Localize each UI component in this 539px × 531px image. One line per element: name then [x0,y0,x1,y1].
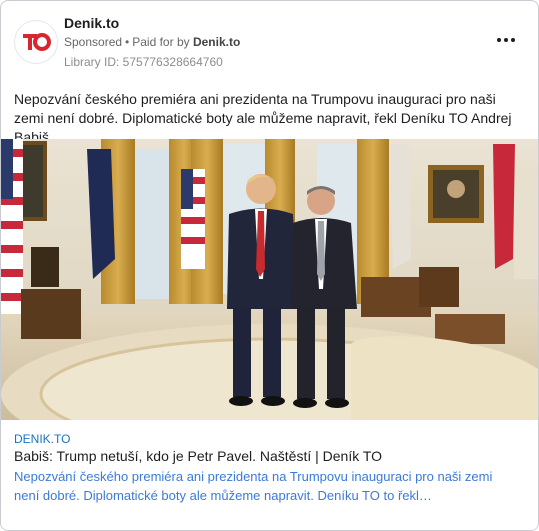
page-avatar[interactable] [14,20,58,64]
link-title[interactable]: Babiš: Trump netuší, kdo je Petr Pavel. … [14,448,382,464]
oval-office-photo [1,139,538,420]
ad-header: Denik.to Sponsored • Paid for by Denik.to … [1,1,538,81]
paid-for-prefix: Paid for by [132,35,190,49]
link-preview[interactable]: DENIK.TO Babiš: Trump netuší, kdo je Pet… [1,420,538,530]
link-description[interactable]: Nepozvání českého premiéra ani prezident… [14,467,514,505]
more-options-icon[interactable] [497,33,515,47]
library-id: Library ID: 575776328664760 [64,55,223,69]
ad-card: Denik.to Sponsored • Paid for by Denik.to … [0,0,539,531]
denik-logo-mark [20,26,52,58]
sponsored-label: Sponsored [64,35,123,49]
denik-logo [18,24,54,60]
separator-dot: • [125,35,130,49]
sponsored-line: Sponsored • Paid for by Denik.to [64,35,240,49]
paid-for-by: Denik.to [192,35,241,49]
page-name[interactable]: Denik.to [64,15,119,31]
link-domain[interactable]: DENIK.TO [14,432,70,446]
ad-image[interactable] [1,139,538,420]
